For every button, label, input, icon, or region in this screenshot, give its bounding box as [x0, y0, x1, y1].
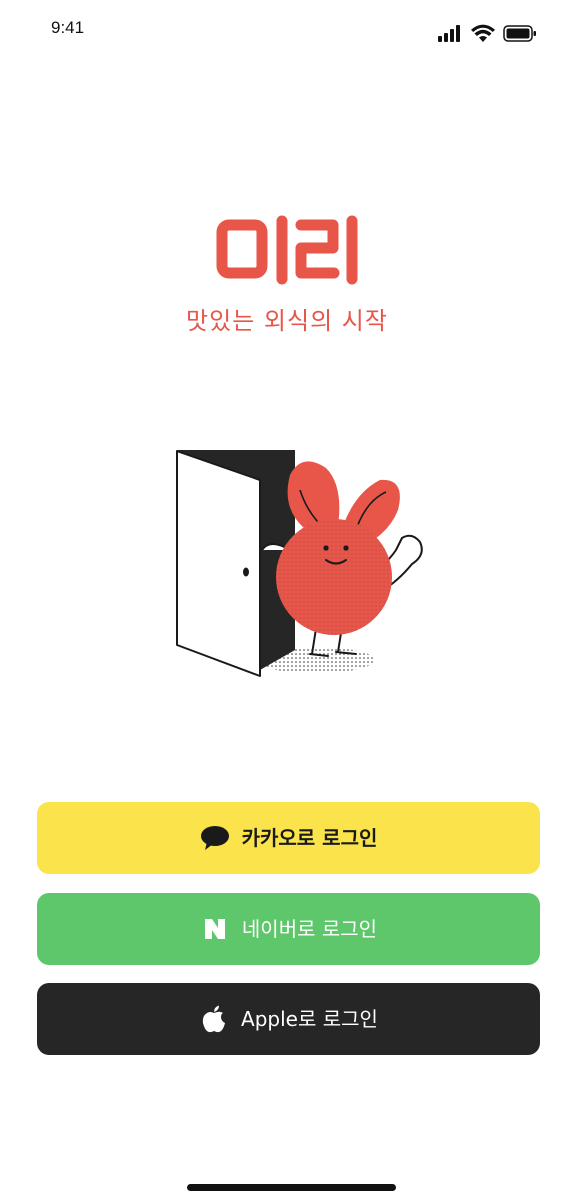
- kakao-chat-bubble-icon: [200, 823, 230, 853]
- apple-icon: [199, 1004, 229, 1034]
- naver-n-icon: [200, 914, 230, 944]
- naver-login-label: 네이버로 로그인: [241, 917, 378, 941]
- apple-login-label: Apple로 로그인: [241, 1007, 378, 1031]
- naver-login-button[interactable]: 네이버로 로그인: [37, 893, 540, 965]
- app-logo: [0, 215, 574, 285]
- status-icons: [438, 24, 538, 44]
- mascot-door-illustration: [150, 440, 440, 690]
- status-time: 9:41: [51, 18, 85, 37]
- kakao-login-label: 카카오로 로그인: [241, 826, 378, 850]
- kakao-login-button[interactable]: 카카오로 로그인: [37, 802, 540, 874]
- tagline: 맛있는 외식의 시작: [186, 307, 388, 335]
- brand-header: 맛있는 외식의 시작: [0, 215, 574, 336]
- home-indicator: [187, 1184, 396, 1191]
- apple-login-button[interactable]: Apple로 로그인: [37, 983, 540, 1055]
- signal-icon: [438, 25, 460, 42]
- battery-icon: [503, 25, 536, 42]
- login-screen: 9:41 맛있는 외식의 시작 카카오로 로그인 네이버로 로그인 Apple로…: [0, 0, 574, 1204]
- wifi-icon: [471, 24, 495, 42]
